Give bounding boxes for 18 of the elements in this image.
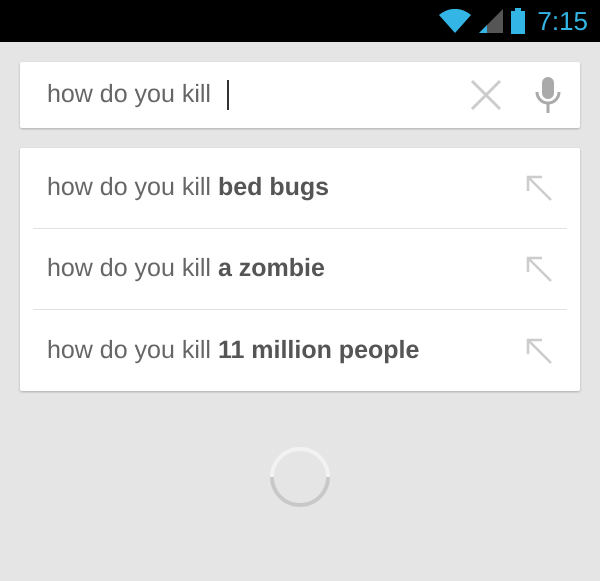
arrow-icon[interactable] bbox=[525, 336, 553, 364]
search-field[interactable]: how do you kill bbox=[47, 76, 227, 114]
arrow-icon[interactable] bbox=[525, 174, 553, 202]
microphone-icon[interactable] bbox=[534, 77, 562, 113]
signal-icon bbox=[479, 9, 504, 33]
arrow-icon[interactable] bbox=[525, 255, 553, 283]
suggestion-item[interactable]: how do you kill 11 million people bbox=[33, 310, 567, 391]
text-cursor bbox=[227, 80, 229, 110]
suggestion-item[interactable]: how do you kill bed bugs bbox=[33, 148, 567, 229]
wifi-icon bbox=[439, 9, 472, 33]
loading-spinner-icon bbox=[269, 446, 331, 508]
suggestion-item[interactable]: how do you kill a zombie bbox=[33, 229, 567, 310]
suggestion-text: how do you kill 11 million people bbox=[47, 334, 420, 366]
suggestion-text: how do you kill bed bugs bbox=[47, 172, 330, 204]
close-icon[interactable] bbox=[470, 79, 502, 111]
clock-time: 7:15 bbox=[537, 8, 588, 34]
suggestion-text: how do you kill a zombie bbox=[47, 253, 325, 284]
battery-icon bbox=[511, 8, 526, 34]
